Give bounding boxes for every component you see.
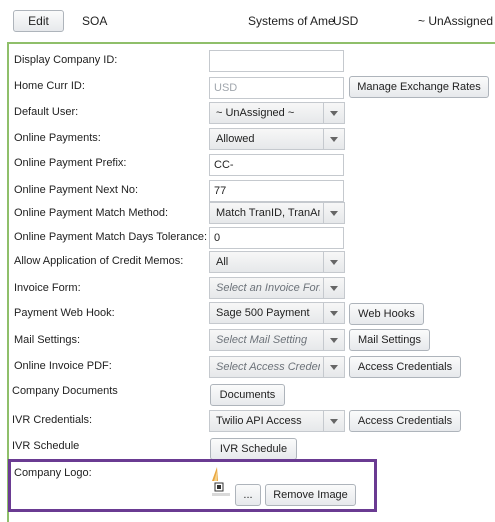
company-name: Systems of Ame (248, 14, 335, 28)
invoice-form-select[interactable]: Select an Invoice Form (209, 277, 345, 299)
online-payment-match-method-value: Match TranID, TranAmt (216, 207, 320, 219)
dropdown-button[interactable] (323, 129, 344, 149)
company-code: SOA (82, 14, 108, 28)
manage-exchange-rates-button[interactable]: Manage Exchange Rates (349, 76, 489, 98)
assigned-user: ~ UnAssigned ~ (418, 14, 495, 28)
default-user-value: ~ UnAssigned ~ (216, 107, 295, 119)
payment-web-hook-select[interactable]: Sage 500 Payment (209, 302, 345, 324)
mail-settings-select[interactable]: Select Mail Setting (209, 329, 345, 351)
dropdown-button[interactable] (323, 203, 344, 223)
online-payments-label: Online Payments: (14, 132, 101, 144)
company-documents-label: Company Documents (12, 385, 118, 397)
ivr-schedule-label: IVR Schedule (12, 440, 80, 452)
dropdown-button[interactable] (323, 411, 344, 431)
allow-application-of-credit-memos-value: All (216, 256, 229, 268)
invoice-form-label: Invoice Form: (14, 282, 81, 294)
home-curr-id-label: Home Curr ID: (14, 80, 85, 92)
payment-web-hook-value: Sage 500 Payment (216, 307, 310, 319)
allow-application-of-credit-memos-label: Allow Application of Credit Memos: (14, 255, 184, 267)
online-payment-prefix-input[interactable]: CC- (209, 154, 344, 176)
online-invoice-pdf-access-credentials-button[interactable]: Access Credentials (349, 356, 461, 378)
ivr-schedule-button[interactable]: IVR Schedule (210, 438, 297, 460)
online-invoice-pdf-placeholder: Select Access Credentials (216, 361, 320, 373)
chevron-down-icon (330, 211, 338, 216)
dropdown-button[interactable] (323, 330, 344, 350)
dropdown-button[interactable] (323, 278, 344, 298)
dropdown-button[interactable] (323, 357, 344, 377)
chevron-down-icon (330, 111, 338, 116)
invoice-form-placeholder: Select an Invoice Form (216, 282, 320, 294)
ivr-credentials-select[interactable]: Twilio API Access (209, 410, 345, 432)
chevron-down-icon (330, 137, 338, 142)
online-payment-next-no-input[interactable]: 77 (209, 180, 344, 202)
chevron-down-icon (330, 365, 338, 370)
online-payments-value: Allowed (216, 133, 255, 145)
documents-button[interactable]: Documents (210, 384, 285, 406)
record-toolbar: Edit SOA Systems of Ame USD ~ UnAssigned… (0, 0, 495, 42)
chevron-down-icon (330, 260, 338, 265)
allow-application-of-credit-memos-select[interactable]: All (209, 251, 345, 273)
payment-web-hook-label: Payment Web Hook: (14, 307, 115, 319)
chevron-down-icon (330, 286, 338, 291)
display-company-id-input[interactable] (209, 50, 344, 72)
chevron-down-icon (330, 338, 338, 343)
online-payment-prefix-label: Online Payment Prefix: (14, 157, 127, 169)
currency-code: USD (333, 14, 359, 28)
browse-logo-button[interactable]: ... (235, 484, 261, 506)
online-payment-match-method-label: Online Payment Match Method: (14, 207, 169, 219)
ivr-credentials-label: IVR Credentials: (12, 414, 93, 426)
company-logo-label: Company Logo: (14, 467, 92, 479)
online-payments-select[interactable]: Allowed (209, 128, 345, 150)
ivr-access-credentials-button[interactable]: Access Credentials (349, 410, 461, 432)
mail-settings-button[interactable]: Mail Settings (349, 329, 430, 351)
online-payment-next-no-label: Online Payment Next No: (14, 184, 139, 196)
online-payment-match-days-tolerance-label: Online Payment Match Days Tolerance: (14, 231, 207, 243)
broken-image-icon (212, 467, 230, 496)
dropdown-button[interactable] (323, 252, 344, 272)
default-user-label: Default User: (14, 106, 79, 118)
display-company-id-label: Display Company ID: (14, 54, 118, 66)
default-user-select[interactable]: ~ UnAssigned ~ (209, 102, 345, 124)
dropdown-button[interactable] (323, 303, 344, 323)
chevron-down-icon (330, 311, 338, 316)
remove-image-button[interactable]: Remove Image (265, 484, 356, 506)
online-payment-match-method-select[interactable]: Match TranID, TranAmt (209, 202, 345, 224)
web-hooks-button[interactable]: Web Hooks (349, 303, 424, 325)
mail-settings-placeholder: Select Mail Setting (216, 334, 308, 346)
online-payment-match-days-tolerance-input[interactable]: 0 (209, 227, 344, 249)
mail-settings-label: Mail Settings: (14, 334, 81, 346)
online-invoice-pdf-label: Online Invoice PDF: (14, 360, 112, 372)
ivr-credentials-value: Twilio API Access (216, 415, 302, 427)
chevron-down-icon (330, 419, 338, 424)
edit-button[interactable]: Edit (13, 10, 64, 32)
home-curr-id-input: USD (209, 77, 344, 99)
online-invoice-pdf-select[interactable]: Select Access Credentials (209, 356, 345, 378)
dropdown-button[interactable] (323, 103, 344, 123)
